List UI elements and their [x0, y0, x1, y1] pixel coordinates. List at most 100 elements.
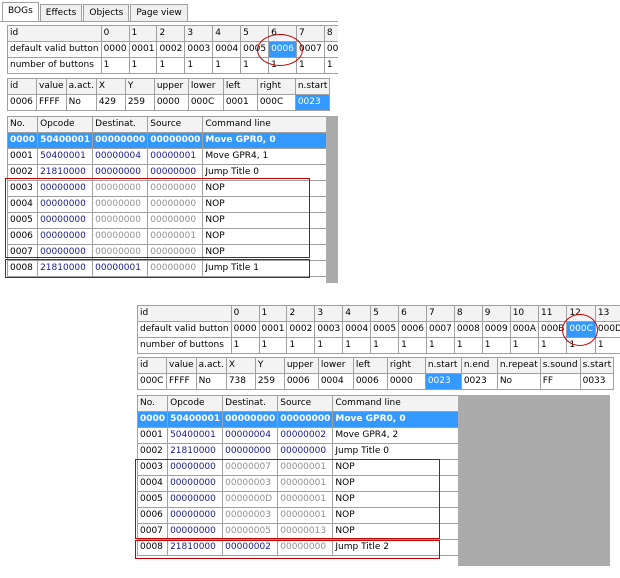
prop-header: X — [95, 78, 126, 95]
cmd-opcode: 50400001 — [167, 427, 224, 444]
cmd-line: Move GPR0, 0 — [202, 132, 338, 149]
grid-cell[interactable]: 0000 — [230, 321, 260, 338]
cmd-no: 0000 — [6, 132, 39, 149]
prop-value[interactable]: 259 — [124, 94, 155, 111]
grid-cell[interactable]: 1 — [398, 337, 427, 354]
command-row[interactable]: 0001 50400001 00000004 00000001 Move GPR… — [6, 148, 338, 165]
prop-header: right — [386, 357, 426, 374]
tab-page-view[interactable]: Page view — [130, 4, 188, 22]
cmd-header: Destinat. — [222, 395, 279, 412]
prop-value[interactable]: 0004 — [317, 373, 354, 390]
cmd-header: No. — [6, 116, 39, 133]
cmd-src: 00000000 — [277, 411, 334, 428]
prop-value[interactable]: No — [496, 373, 541, 390]
prop-value[interactable]: FFFF — [36, 94, 67, 111]
grid-col: 4 — [342, 305, 372, 322]
grid-cell[interactable]: 1 — [538, 337, 568, 354]
prop-value[interactable]: 0006 — [352, 373, 388, 390]
cmd-src: 00000001 — [147, 148, 204, 165]
prop-header: value — [36, 78, 67, 95]
grid-cell[interactable]: 0007 — [425, 321, 455, 338]
prop-header: left — [352, 357, 388, 374]
prop-value[interactable]: FFFF — [166, 373, 197, 390]
grid-cell[interactable]: 0003 — [184, 41, 214, 58]
cmd-dest: 00000000 — [222, 411, 279, 428]
prop-value[interactable]: FF — [539, 373, 581, 390]
prop-value-selected[interactable]: 0023 — [294, 94, 331, 111]
right-pane — [326, 116, 338, 283]
grid-cell[interactable]: 1 — [314, 337, 344, 354]
grid-cell[interactable]: 0003 — [314, 321, 344, 338]
prop-header: value — [166, 357, 197, 374]
prop-header: a.act. — [195, 357, 227, 374]
prop-value[interactable]: 0001 — [222, 94, 258, 111]
grid-cell[interactable]: 1 — [156, 57, 186, 74]
grid-cell[interactable]: 1 — [594, 337, 620, 354]
grid-cell[interactable]: 000D — [594, 321, 620, 338]
grid-cell[interactable]: 0001 — [258, 321, 288, 338]
prop-header: s.start — [579, 357, 615, 374]
tab-objects[interactable]: Objects — [83, 4, 130, 22]
grid-cell[interactable]: 1 — [258, 337, 288, 354]
grid-cell[interactable]: 1 — [453, 337, 483, 354]
prop-value[interactable]: No — [65, 94, 97, 111]
prop-value[interactable]: 0000 — [386, 373, 426, 390]
prop-value[interactable]: 0033 — [579, 373, 615, 390]
grid-cell[interactable]: 0008 — [453, 321, 483, 338]
grid-cell[interactable]: 1 — [509, 337, 540, 354]
prop-value[interactable]: 000C — [256, 94, 296, 111]
grid-cell[interactable]: 0001 — [128, 41, 158, 58]
prop-value[interactable]: 429 — [95, 94, 126, 111]
grid-cell[interactable]: 1 — [230, 337, 260, 354]
grid-cell[interactable]: 1 — [128, 57, 158, 74]
grid-cell[interactable]: 0002 — [286, 321, 316, 338]
command-row[interactable]: 0002 21810000 00000000 00000000 Jump Tit… — [136, 443, 471, 460]
prop-header: n.repeat — [496, 357, 541, 374]
grid-cell[interactable]: 0004 — [212, 41, 242, 58]
props-value-row: 000C FFFF No 738 259 0006 0004 0006 0000… — [137, 373, 615, 390]
prop-header: left — [222, 78, 258, 95]
prop-value[interactable]: 000C — [137, 373, 167, 390]
grid-cell[interactable]: 0009 — [481, 321, 511, 338]
cmd-line: Move GPR4, 2 — [332, 427, 471, 444]
grid-cell[interactable]: 1 — [342, 337, 372, 354]
tab-bar: BOGs Effects Objects Page view — [2, 2, 189, 22]
prop-header: s.sound — [539, 357, 581, 374]
prop-value[interactable]: 259 — [254, 373, 285, 390]
prop-value-selected[interactable]: 0023 — [424, 373, 462, 390]
grid-cell[interactable]: 1 — [100, 57, 130, 74]
tab-effects[interactable]: Effects — [39, 4, 83, 22]
grid-cell[interactable]: 0002 — [156, 41, 186, 58]
command-row-selected[interactable]: 0000 50400001 00000000 00000000 Move GPR… — [136, 411, 471, 428]
grid-cell[interactable]: 1 — [212, 57, 242, 74]
grid-cell[interactable]: 000A — [509, 321, 540, 338]
command-row-selected[interactable]: 0000 50400001 00000000 00000000 Move GPR… — [6, 132, 338, 149]
grid-col: 3 — [184, 25, 214, 42]
grid-cell[interactable]: 1 — [295, 57, 325, 74]
grid-cell[interactable]: 0000 — [100, 41, 130, 58]
grid-col: 11 — [538, 305, 568, 322]
grid-cell[interactable]: 1 — [286, 337, 316, 354]
command-header-row: No. Opcode Destinat. Source Command line — [6, 116, 338, 133]
grid-cell[interactable]: 0004 — [342, 321, 372, 338]
grid-col: 2 — [286, 305, 316, 322]
grid-col: 9 — [481, 305, 511, 322]
prop-value[interactable]: 0006 — [283, 373, 319, 390]
prop-value[interactable]: 0000 — [153, 94, 189, 111]
grid-cell[interactable]: 0005 — [370, 321, 400, 338]
grid-cell[interactable]: 0006 — [398, 321, 427, 338]
prop-value[interactable]: 0023 — [460, 373, 498, 390]
grid-cell[interactable]: 1 — [184, 57, 214, 74]
grid-cell[interactable]: 1 — [481, 337, 511, 354]
highlight-circle — [257, 34, 303, 66]
prop-value[interactable]: No — [195, 373, 227, 390]
prop-value[interactable]: 000C — [187, 94, 224, 111]
grid-cell[interactable]: 1 — [425, 337, 455, 354]
prop-value[interactable]: 738 — [225, 373, 256, 390]
grid-cell[interactable]: 1 — [323, 57, 338, 74]
tab-bogs[interactable]: BOGs — [2, 2, 39, 22]
command-row[interactable]: 0001 50400001 00000004 00000002 Move GPR… — [136, 427, 471, 444]
prop-value[interactable]: 0006 — [7, 94, 37, 111]
grid-cell[interactable]: 000 — [323, 41, 338, 58]
grid-cell[interactable]: 1 — [370, 337, 400, 354]
